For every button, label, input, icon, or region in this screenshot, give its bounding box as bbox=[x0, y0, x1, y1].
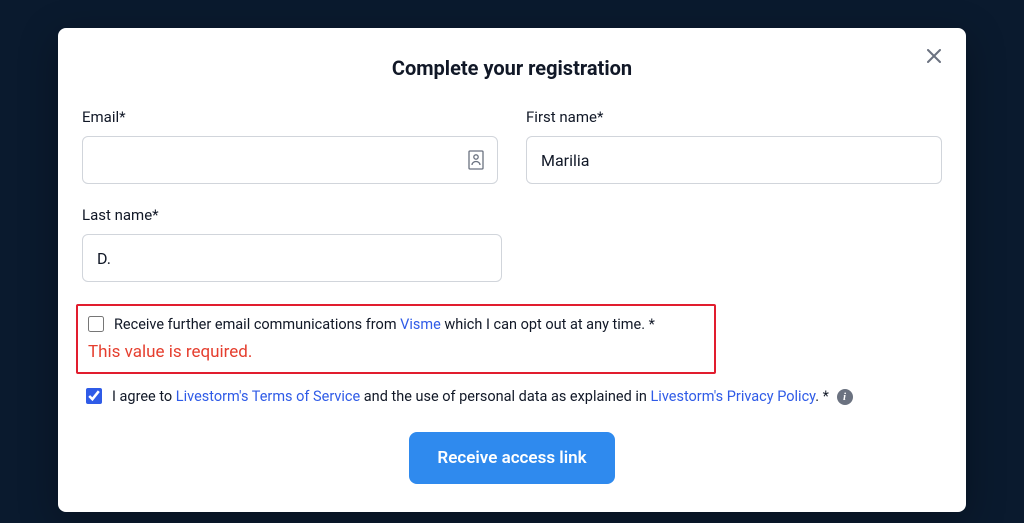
contact-card-icon bbox=[468, 150, 484, 170]
privacy-link[interactable]: Livestorm's Privacy Policy bbox=[651, 388, 816, 405]
first-name-input[interactable] bbox=[526, 136, 942, 184]
marketing-consent-checkbox[interactable] bbox=[88, 316, 104, 332]
submit-button[interactable]: Receive access link bbox=[409, 432, 614, 484]
marketing-error-message: This value is required. bbox=[88, 342, 704, 362]
terms-text-mid: and the use of personal data as explaine… bbox=[360, 388, 650, 405]
terms-consent-text: I agree to Livestorm's Terms of Service … bbox=[112, 386, 942, 408]
terms-text-before: I agree to bbox=[112, 388, 176, 405]
marketing-consent-text: Receive further email communications fro… bbox=[114, 314, 704, 336]
close-button[interactable] bbox=[924, 46, 944, 66]
modal-title: Complete your registration bbox=[82, 56, 942, 80]
marketing-consent-error-box: Receive further email communications fro… bbox=[76, 304, 716, 374]
last-name-input[interactable] bbox=[82, 234, 502, 282]
tos-link[interactable]: Livestorm's Terms of Service bbox=[176, 388, 360, 405]
marketing-text-after: which I can opt out at any time. * bbox=[441, 316, 655, 333]
info-icon[interactable]: i bbox=[837, 389, 853, 405]
terms-consent-checkbox[interactable] bbox=[86, 388, 102, 404]
close-icon bbox=[927, 49, 941, 63]
visme-link[interactable]: Visme bbox=[400, 316, 441, 333]
terms-text-after: . * bbox=[815, 388, 829, 405]
registration-modal: Complete your registration Email* First … bbox=[58, 28, 966, 512]
first-name-label: First name* bbox=[526, 108, 942, 126]
marketing-text-before: Receive further email communications fro… bbox=[114, 316, 400, 333]
email-label: Email* bbox=[82, 108, 498, 126]
email-input[interactable] bbox=[82, 136, 498, 184]
last-name-label: Last name* bbox=[82, 206, 502, 224]
